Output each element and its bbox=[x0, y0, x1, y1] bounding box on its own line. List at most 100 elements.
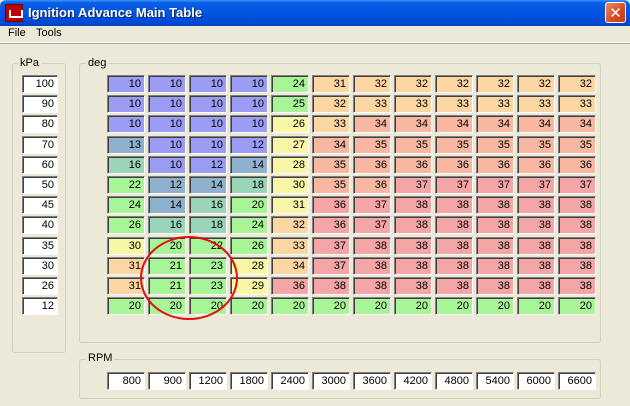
table-cell[interactable]: 33 bbox=[558, 95, 596, 113]
kpa-cell[interactable]: 80 bbox=[22, 115, 58, 133]
table-cell[interactable]: 38 bbox=[312, 277, 350, 295]
table-cell[interactable]: 20 bbox=[476, 297, 514, 315]
table-cell[interactable]: 38 bbox=[517, 216, 555, 234]
rpm-cell[interactable]: 800 bbox=[107, 372, 145, 390]
table-cell[interactable]: 38 bbox=[558, 257, 596, 275]
table-cell[interactable]: 32 bbox=[312, 95, 350, 113]
rpm-cell[interactable]: 3000 bbox=[312, 372, 350, 390]
table-cell[interactable]: 37 bbox=[353, 196, 391, 214]
table-cell[interactable]: 10 bbox=[148, 136, 186, 154]
table-cell[interactable]: 38 bbox=[394, 196, 432, 214]
table-cell[interactable]: 10 bbox=[148, 156, 186, 174]
table-cell[interactable]: 20 bbox=[271, 297, 309, 315]
table-cell[interactable]: 36 bbox=[558, 156, 596, 174]
kpa-cell[interactable]: 30 bbox=[22, 257, 58, 275]
table-cell[interactable]: 38 bbox=[476, 237, 514, 255]
table-cell[interactable]: 28 bbox=[230, 257, 268, 275]
table-cell[interactable]: 20 bbox=[230, 196, 268, 214]
table-cell[interactable]: 38 bbox=[476, 277, 514, 295]
table-cell[interactable]: 16 bbox=[148, 216, 186, 234]
table-cell[interactable]: 34 bbox=[476, 115, 514, 133]
table-cell[interactable]: 36 bbox=[312, 196, 350, 214]
table-cell[interactable]: 38 bbox=[394, 257, 432, 275]
table-cell[interactable]: 35 bbox=[394, 136, 432, 154]
table-cell[interactable]: 30 bbox=[271, 176, 309, 194]
menu-file[interactable]: File bbox=[8, 27, 26, 39]
table-cell[interactable]: 22 bbox=[107, 176, 145, 194]
table-cell[interactable]: 29 bbox=[230, 277, 268, 295]
kpa-cell[interactable]: 90 bbox=[22, 95, 58, 113]
table-cell[interactable]: 32 bbox=[558, 75, 596, 93]
table-cell[interactable]: 35 bbox=[312, 176, 350, 194]
table-cell[interactable]: 10 bbox=[148, 95, 186, 113]
table-cell[interactable]: 38 bbox=[476, 216, 514, 234]
table-cell[interactable]: 38 bbox=[558, 216, 596, 234]
table-cell[interactable]: 35 bbox=[435, 136, 473, 154]
table-cell[interactable]: 34 bbox=[558, 115, 596, 133]
table-cell[interactable]: 38 bbox=[558, 237, 596, 255]
table-cell[interactable]: 20 bbox=[353, 297, 391, 315]
rpm-cell[interactable]: 4200 bbox=[394, 372, 432, 390]
table-cell[interactable]: 28 bbox=[271, 156, 309, 174]
table-cell[interactable]: 32 bbox=[435, 75, 473, 93]
table-cell[interactable]: 24 bbox=[230, 216, 268, 234]
table-cell[interactable]: 38 bbox=[517, 237, 555, 255]
table-cell[interactable]: 37 bbox=[517, 176, 555, 194]
table-cell[interactable]: 38 bbox=[435, 196, 473, 214]
table-cell[interactable]: 20 bbox=[230, 297, 268, 315]
table-cell[interactable]: 24 bbox=[107, 196, 145, 214]
table-cell[interactable]: 32 bbox=[271, 216, 309, 234]
table-cell[interactable]: 38 bbox=[353, 277, 391, 295]
table-cell[interactable]: 37 bbox=[394, 176, 432, 194]
table-cell[interactable]: 37 bbox=[353, 216, 391, 234]
table-cell[interactable]: 35 bbox=[353, 136, 391, 154]
table-cell[interactable]: 23 bbox=[189, 277, 227, 295]
table-cell[interactable]: 20 bbox=[148, 237, 186, 255]
table-cell[interactable]: 35 bbox=[558, 136, 596, 154]
table-cell[interactable]: 34 bbox=[517, 115, 555, 133]
table-cell[interactable]: 38 bbox=[353, 257, 391, 275]
table-cell[interactable]: 38 bbox=[476, 196, 514, 214]
table-cell[interactable]: 13 bbox=[107, 136, 145, 154]
table-cell[interactable]: 10 bbox=[230, 75, 268, 93]
table-cell[interactable]: 33 bbox=[271, 237, 309, 255]
table-cell[interactable]: 38 bbox=[517, 277, 555, 295]
table-cell[interactable]: 20 bbox=[312, 297, 350, 315]
table-cell[interactable]: 33 bbox=[435, 95, 473, 113]
table-cell[interactable]: 31 bbox=[312, 75, 350, 93]
kpa-cell[interactable]: 35 bbox=[22, 237, 58, 255]
table-cell[interactable]: 38 bbox=[435, 216, 473, 234]
table-cell[interactable]: 36 bbox=[353, 156, 391, 174]
table-cell[interactable]: 16 bbox=[189, 196, 227, 214]
table-cell[interactable]: 32 bbox=[517, 75, 555, 93]
table-cell[interactable]: 35 bbox=[476, 136, 514, 154]
table-cell[interactable]: 31 bbox=[107, 257, 145, 275]
table-cell[interactable]: 38 bbox=[435, 277, 473, 295]
menu-tools[interactable]: Tools bbox=[36, 27, 62, 39]
table-cell[interactable]: 32 bbox=[353, 75, 391, 93]
kpa-cell[interactable]: 40 bbox=[22, 216, 58, 234]
rpm-cell[interactable]: 6000 bbox=[517, 372, 555, 390]
table-cell[interactable]: 24 bbox=[271, 75, 309, 93]
table-cell[interactable]: 12 bbox=[230, 136, 268, 154]
table-cell[interactable]: 38 bbox=[435, 237, 473, 255]
table-cell[interactable]: 35 bbox=[312, 156, 350, 174]
table-cell[interactable]: 10 bbox=[189, 75, 227, 93]
rpm-cell[interactable]: 1200 bbox=[189, 372, 227, 390]
table-cell[interactable]: 31 bbox=[271, 196, 309, 214]
table-cell[interactable]: 10 bbox=[148, 115, 186, 133]
table-cell[interactable]: 36 bbox=[394, 156, 432, 174]
table-cell[interactable]: 34 bbox=[312, 136, 350, 154]
table-cell[interactable]: 35 bbox=[517, 136, 555, 154]
table-cell[interactable]: 10 bbox=[107, 75, 145, 93]
table-cell[interactable]: 38 bbox=[394, 216, 432, 234]
kpa-cell[interactable]: 12 bbox=[22, 297, 58, 315]
rpm-cell[interactable]: 3600 bbox=[353, 372, 391, 390]
table-cell[interactable]: 33 bbox=[476, 95, 514, 113]
kpa-cell[interactable]: 26 bbox=[22, 277, 58, 295]
table-cell[interactable]: 14 bbox=[148, 196, 186, 214]
table-cell[interactable]: 30 bbox=[107, 237, 145, 255]
table-cell[interactable]: 20 bbox=[107, 297, 145, 315]
table-cell[interactable]: 36 bbox=[353, 176, 391, 194]
table-cell[interactable]: 10 bbox=[189, 95, 227, 113]
